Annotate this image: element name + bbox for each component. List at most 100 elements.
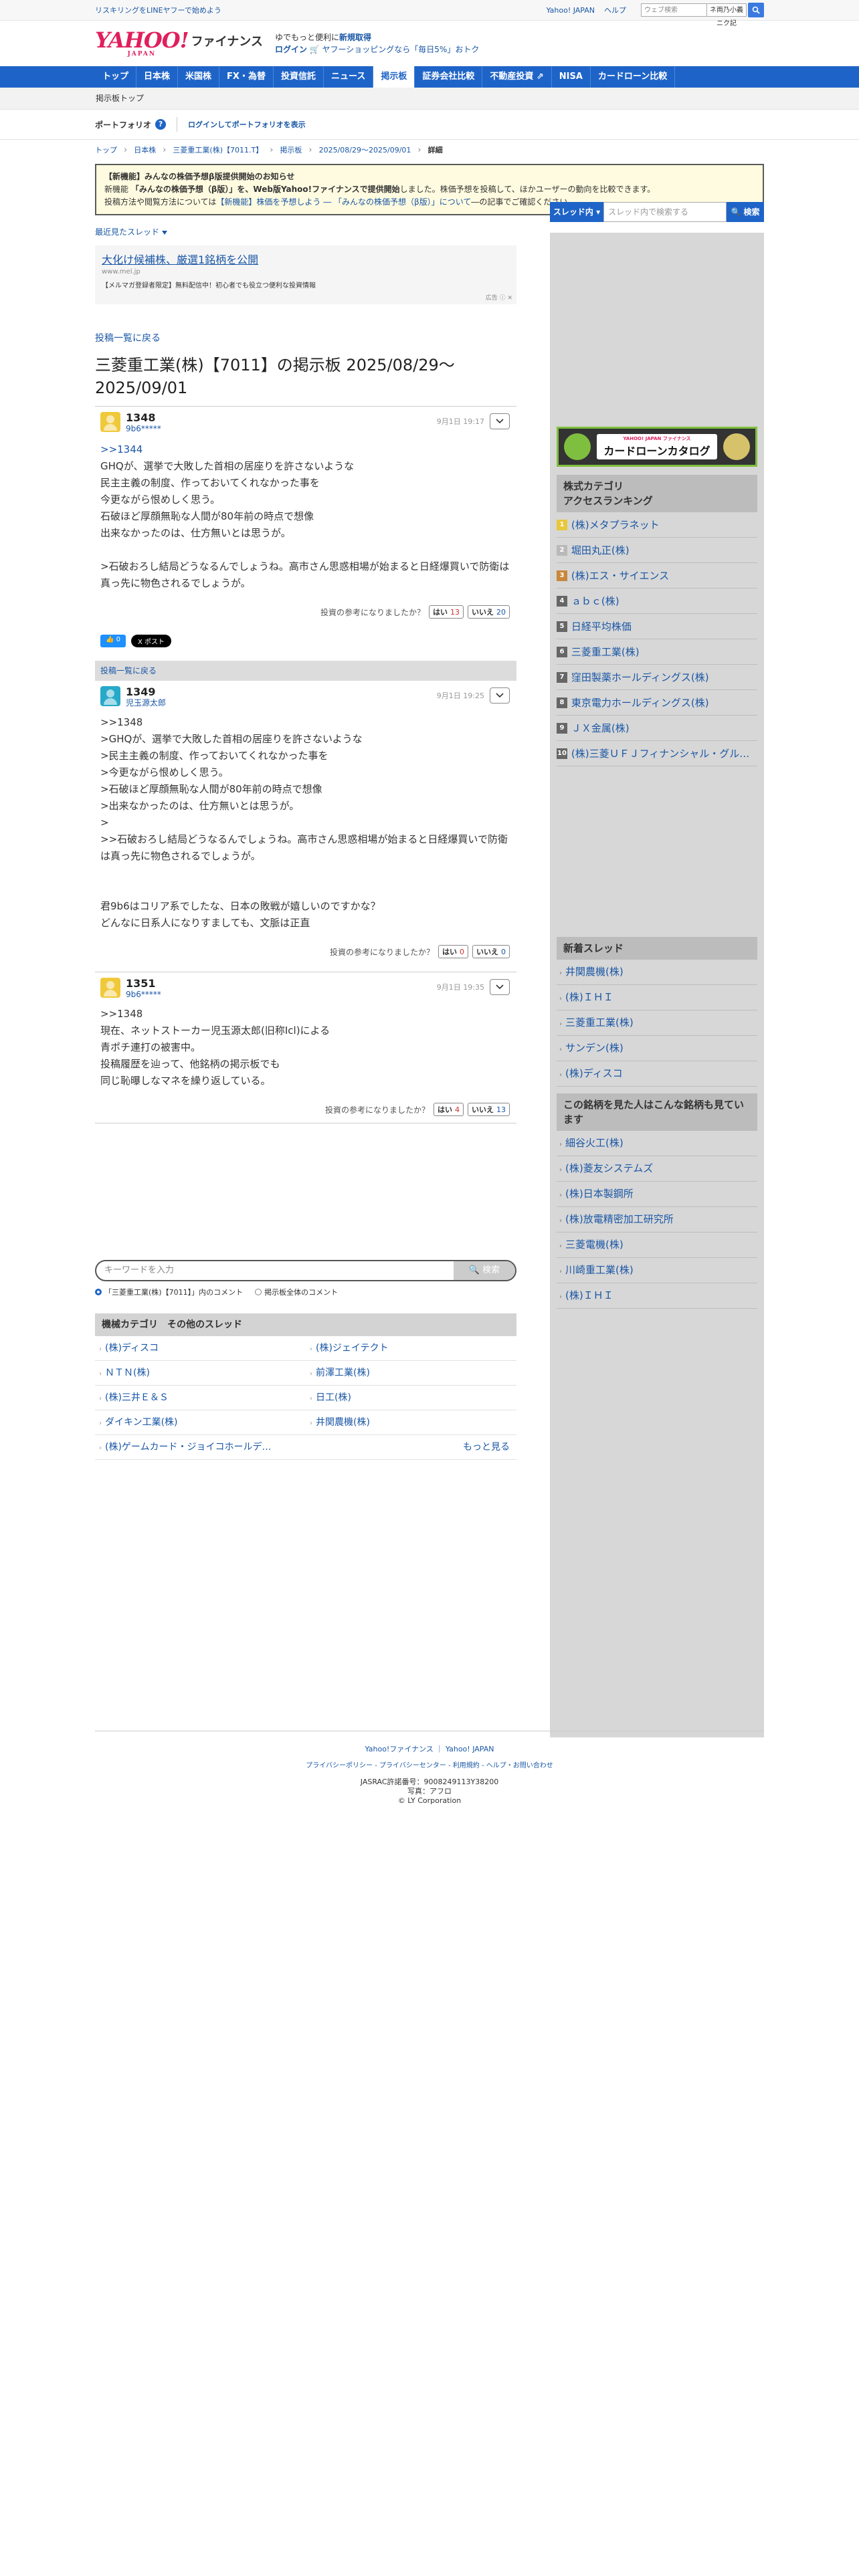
avatar[interactable] (100, 412, 120, 432)
vote-no-button[interactable]: いいえ 20 (468, 605, 510, 619)
other-thread-item[interactable]: › (株)ディスコ (95, 1336, 306, 1361)
also-viewed-item[interactable]: › (株)菱友システムズ (557, 1156, 757, 1182)
signup-link[interactable]: 新規取得 (339, 33, 371, 42)
keyword-search-input[interactable]: キーワードを入力 (96, 1261, 454, 1280)
web-search-scope[interactable]: ネ両乃小義ニク記 (706, 3, 747, 27)
web-search-button[interactable] (748, 3, 764, 17)
ranking-item[interactable]: 1 (株)メタプラネット (557, 512, 757, 538)
breadcrumb-item[interactable]: 2025/08/29〜2025/09/01 (319, 144, 411, 155)
promo-link[interactable]: リスキリングをLINEヤフーで始めよう (95, 5, 546, 15)
login-link[interactable]: ログイン (275, 45, 307, 54)
sponsored-ad[interactable]: 大化け候補株、厳選1銘柄を公開 www.mel.jp 【メルマガ登録者限定】無料… (95, 245, 516, 304)
nav-tab-1[interactable]: 日本株 (136, 66, 179, 88)
nav-tab-7[interactable]: 証券会社比較 (415, 66, 483, 88)
terms-link[interactable]: 利用規約 (453, 1762, 480, 1769)
nav-tab-3[interactable]: FX・為替 (219, 66, 274, 88)
footer-yahoo-link[interactable]: Yahoo! JAPAN (446, 1745, 494, 1753)
scope-radio-all[interactable]: 掲示板全体のコメント (255, 1287, 338, 1297)
vote-yes-button[interactable]: はい 13 (429, 605, 464, 619)
post-user[interactable]: 9b6***** (126, 990, 161, 999)
breadcrumb-item[interactable]: 三菱重工業(株)【7011.T】 (173, 144, 263, 155)
privacy-policy-link[interactable]: プライバシーポリシー (306, 1762, 373, 1769)
back-to-list-bar[interactable]: 投稿一覧に戻る (95, 661, 516, 681)
help-contact-link[interactable]: ヘルプ・お問い合わせ (486, 1762, 553, 1769)
vote-yes-button[interactable]: はい 0 (438, 945, 468, 958)
like-button[interactable]: 👍 0 (100, 635, 126, 647)
x-post-button[interactable]: X ポスト (131, 635, 172, 647)
notice-article-link[interactable]: 【新機能】株価を予想しよう ― 「みんなの株価予想（β版）」について (216, 197, 471, 207)
thread-search-input[interactable]: スレッド内で検索する (603, 202, 727, 222)
yahoo-japan-link[interactable]: Yahoo! JAPAN (546, 6, 595, 15)
yahoo-finance-logo[interactable]: YAHOO! JAPAN ファイナンス (95, 29, 263, 58)
also-viewed-item[interactable]: › (株)日本製鋼所 (557, 1182, 757, 1207)
post-user[interactable]: 児玉源太郎 (126, 698, 166, 708)
post-menu-button[interactable] (490, 687, 510, 704)
back-to-list-link[interactable]: 投稿一覧に戻る (95, 331, 516, 344)
nav-tab-8[interactable]: 不動産投資 ⇗ (482, 66, 552, 88)
keyword-search-button[interactable]: 🔍 検索 (454, 1261, 515, 1280)
breadcrumb-item[interactable]: 日本株 (134, 144, 156, 155)
ranking-item[interactable]: 3 (株)エス・サイエンス (557, 563, 757, 588)
avatar[interactable] (100, 686, 120, 706)
post-menu-button[interactable] (490, 979, 510, 995)
footer-finance-link[interactable]: Yahoo!ファイナンス (365, 1745, 434, 1753)
nav-tab-0[interactable]: トップ (95, 66, 137, 88)
portfolio-login-link[interactable]: ログインしてポートフォリオを表示 (188, 119, 306, 130)
also-viewed-item[interactable]: › 細谷火工(株) (557, 1131, 757, 1156)
ranking-item[interactable]: 4 ａｂｃ(株) (557, 588, 757, 614)
also-viewed-item[interactable]: › 川崎重工業(株) (557, 1258, 757, 1283)
ranking-item[interactable]: 8 東京電力ホールディングス(株) (557, 690, 757, 716)
other-thread-item[interactable]: › ＮＴＮ(株) (95, 1361, 306, 1386)
nav-tab-6[interactable]: 掲示板 (373, 66, 415, 88)
reply-ref-link[interactable]: >>1344 (100, 443, 142, 455)
other-thread-item[interactable]: › 前澤工業(株) (306, 1361, 516, 1386)
web-search-input[interactable]: ウェブ検索 (641, 3, 706, 17)
new-thread-item[interactable]: › (株)ディスコ (557, 1061, 757, 1087)
new-thread-item[interactable]: › 井関農機(株) (557, 960, 757, 985)
also-viewed-item[interactable]: › (株)ＩＨＩ (557, 1283, 757, 1309)
other-thread-item[interactable]: › 日工(株) (306, 1386, 516, 1410)
post-menu-button[interactable] (490, 413, 510, 429)
ranking-item[interactable]: 10 (株)三菱ＵＦＪフィナンシャル・グループ (557, 741, 757, 766)
thread-scope-select[interactable]: スレッド内 ▾ (550, 202, 603, 222)
help-link[interactable]: ヘルプ (604, 5, 626, 15)
cardloan-banner[interactable]: YAHOO! JAPAN ファイナンス カードローンカタログ (557, 427, 757, 467)
more-threads-link[interactable]: もっと見る (306, 1435, 516, 1460)
nav-tab-10[interactable]: カードローン比較 (591, 66, 676, 88)
help-icon[interactable]: ? (155, 119, 167, 130)
ranking-item[interactable]: 9 ＪＸ金属(株) (557, 716, 757, 741)
breadcrumb-item[interactable]: 掲示板 (280, 144, 302, 155)
board-top-link[interactable]: 掲示板トップ (96, 94, 144, 103)
also-viewed-item[interactable]: › 三菱電機(株) (557, 1232, 757, 1258)
other-thread-item[interactable]: › (株)ジェイテクト (306, 1336, 516, 1361)
vote-no-button[interactable]: いいえ 13 (468, 1103, 510, 1116)
vote-no-button[interactable]: いいえ 0 (472, 945, 510, 958)
avatar[interactable] (100, 978, 120, 998)
new-thread-item[interactable]: › サンデン(株) (557, 1036, 757, 1061)
post-user[interactable]: 9b6***** (126, 424, 161, 433)
also-viewed-item[interactable]: › (株)放電精密加工研究所 (557, 1207, 757, 1232)
other-thread-item[interactable]: › 井関農機(株) (306, 1410, 516, 1435)
new-thread-item[interactable]: › 三菱重工業(株) (557, 1010, 757, 1036)
thread-search-button[interactable]: 🔍 検索 (727, 202, 764, 222)
ranking-item[interactable]: 7 窪田製薬ホールディングス(株) (557, 665, 757, 690)
breadcrumb-item[interactable]: トップ (95, 144, 117, 155)
nav-tab-4[interactable]: 投資信託 (274, 66, 324, 88)
ad-headline[interactable]: 大化け候補株、厳選1銘柄を公開 (102, 251, 510, 267)
recent-threads-toggle[interactable]: 最近見たスレッド (95, 226, 516, 237)
ranking-item[interactable]: 6 三菱重工業(株) (557, 639, 757, 665)
ranking-item[interactable]: 2 堀田丸正(株) (557, 538, 757, 563)
ranking-item[interactable]: 5 日経平均株価 (557, 614, 757, 639)
other-thread-item[interactable]: › (株)三井Ｅ＆Ｓ (95, 1386, 306, 1410)
scope-radio-thread[interactable]: 「三菱重工業(株)【7011】」内のコメント (95, 1287, 243, 1297)
privacy-center-link[interactable]: プライバシーセンター (379, 1762, 446, 1769)
nav-tab-5[interactable]: ニュース (324, 66, 374, 88)
other-thread-item[interactable]: › ダイキン工業(株) (95, 1410, 306, 1435)
vote-yes-button[interactable]: はい 4 (434, 1103, 464, 1116)
nav-tab-9[interactable]: NISA (552, 66, 591, 88)
nav-tab-2[interactable]: 米国株 (178, 66, 220, 88)
other-thread-item[interactable]: › (株)ゲームカード・ジョイコホールデ… (95, 1435, 306, 1460)
ad-info-close[interactable]: 広告 ⓘ ✕ (486, 293, 512, 302)
shopping-promo-link[interactable]: 🛒 ヤフーショッピングなら「毎日5%」おトク (310, 45, 480, 54)
new-thread-item[interactable]: › (株)ＩＨＩ (557, 985, 757, 1010)
